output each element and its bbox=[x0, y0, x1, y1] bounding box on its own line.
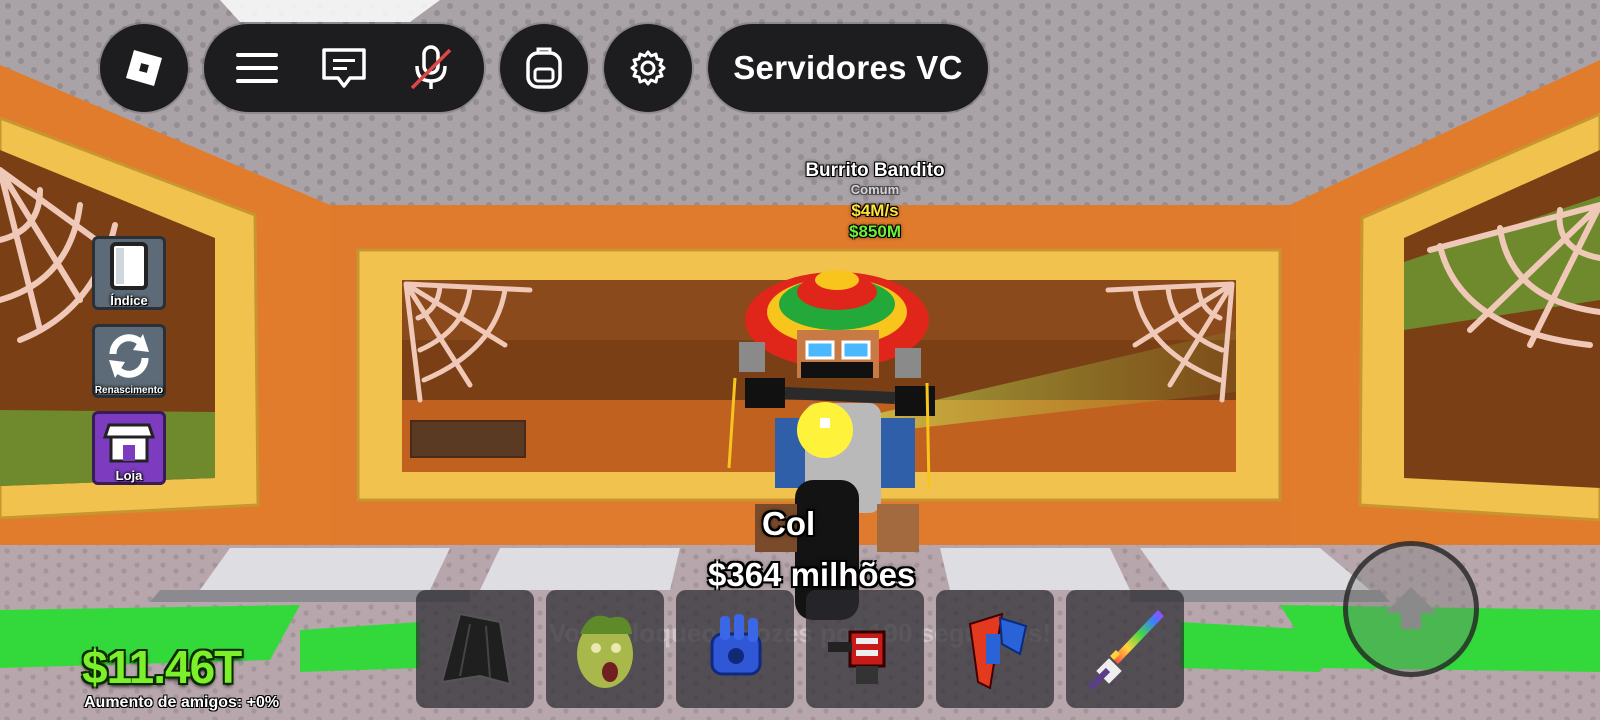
money-counter: $11.46T bbox=[82, 641, 242, 693]
rebirth-icon bbox=[109, 334, 149, 378]
book-icon bbox=[110, 242, 148, 290]
backpack-icon bbox=[517, 41, 571, 95]
brainrot-name: Burrito Bandito bbox=[805, 160, 945, 181]
shop-button[interactable]: Loja bbox=[92, 411, 166, 485]
friends-boost-label: Aumento de amigos: +0% bbox=[84, 694, 280, 711]
brainrot-rarity: Comum bbox=[850, 182, 900, 197]
hamburger-menu-icon[interactable] bbox=[230, 41, 284, 95]
index-label: Índice bbox=[110, 293, 148, 308]
hotbar-slot-2[interactable] bbox=[546, 590, 664, 708]
settings-button[interactable] bbox=[604, 24, 692, 112]
brainrot-price: $850M bbox=[849, 222, 901, 241]
rebirth-label: Renascimento bbox=[94, 385, 164, 396]
hotbar-slot-3[interactable] bbox=[676, 590, 794, 708]
shop-label: Loja bbox=[115, 468, 143, 483]
medusa-head-icon bbox=[577, 615, 633, 688]
flag-tool-icon bbox=[968, 612, 1028, 690]
blue-glove-icon bbox=[710, 614, 762, 676]
brainrot-rate: $4M/s bbox=[851, 201, 899, 220]
rebirth-button[interactable]: Renascimento bbox=[92, 324, 166, 398]
index-button[interactable]: Índice bbox=[92, 236, 166, 310]
roblox-logo-icon bbox=[117, 41, 171, 95]
shop-icon bbox=[102, 423, 156, 463]
roblox-menu-button[interactable] bbox=[100, 24, 188, 112]
voice-servers-button[interactable]: Servidores VC bbox=[708, 24, 988, 112]
hotbar-slot-6[interactable] bbox=[1066, 590, 1184, 708]
hotbar-slot-4[interactable] bbox=[806, 590, 924, 708]
collect-amount: $364 milhões bbox=[708, 556, 916, 593]
gear-icon bbox=[621, 41, 675, 95]
up-arrow-icon bbox=[1385, 587, 1437, 629]
hotbar-slot-1[interactable] bbox=[416, 590, 534, 708]
red-turret-icon bbox=[828, 630, 886, 684]
black-cape-icon bbox=[440, 612, 512, 686]
menu-group bbox=[204, 24, 484, 112]
collect-label: Col bbox=[762, 505, 816, 542]
microphone-muted-icon[interactable] bbox=[404, 41, 458, 95]
chat-icon[interactable] bbox=[317, 41, 371, 95]
backpack-button[interactable] bbox=[500, 24, 588, 112]
hotbar-slot-5[interactable] bbox=[936, 590, 1054, 708]
rainbow-sword-icon bbox=[1087, 610, 1164, 691]
jump-button[interactable] bbox=[1343, 541, 1479, 677]
